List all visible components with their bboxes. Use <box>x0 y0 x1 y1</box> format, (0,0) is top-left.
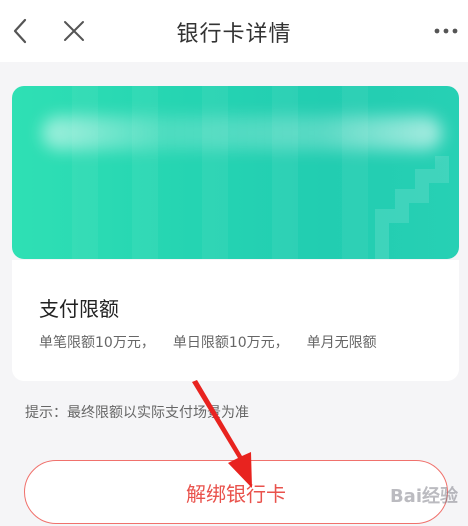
bank-card <box>12 86 459 259</box>
unbind-card-label: 解绑银行卡 <box>186 481 286 506</box>
pay-limit-title: 支付限额 <box>39 297 119 321</box>
top-bar: 银行卡详情 <box>0 0 468 62</box>
monthly-limit: 单月无限额 <box>306 335 377 351</box>
daily-limit: 单日限额10万元， <box>172 335 289 351</box>
single-limit: 单笔限额10万元， <box>39 335 155 351</box>
watermark-logo: Bai经验 <box>389 486 458 507</box>
more-icon[interactable] <box>430 14 462 48</box>
bank-logo-watermark-icon <box>375 156 449 259</box>
unbind-card-button[interactable]: 解绑银行卡 <box>24 460 448 524</box>
page-title: 银行卡详情 <box>176 22 292 47</box>
pay-limit-panel: 支付限额 单笔限额10万元， 单日限额10万元， 单月无限额 <box>12 260 459 381</box>
pay-limit-detail: 单笔限额10万元， 单日限额10万元， 单月无限额 <box>39 332 395 352</box>
limit-tip: 提示：最终限额以实际支付场景为准 <box>25 405 249 421</box>
masked-card-info <box>42 116 442 150</box>
